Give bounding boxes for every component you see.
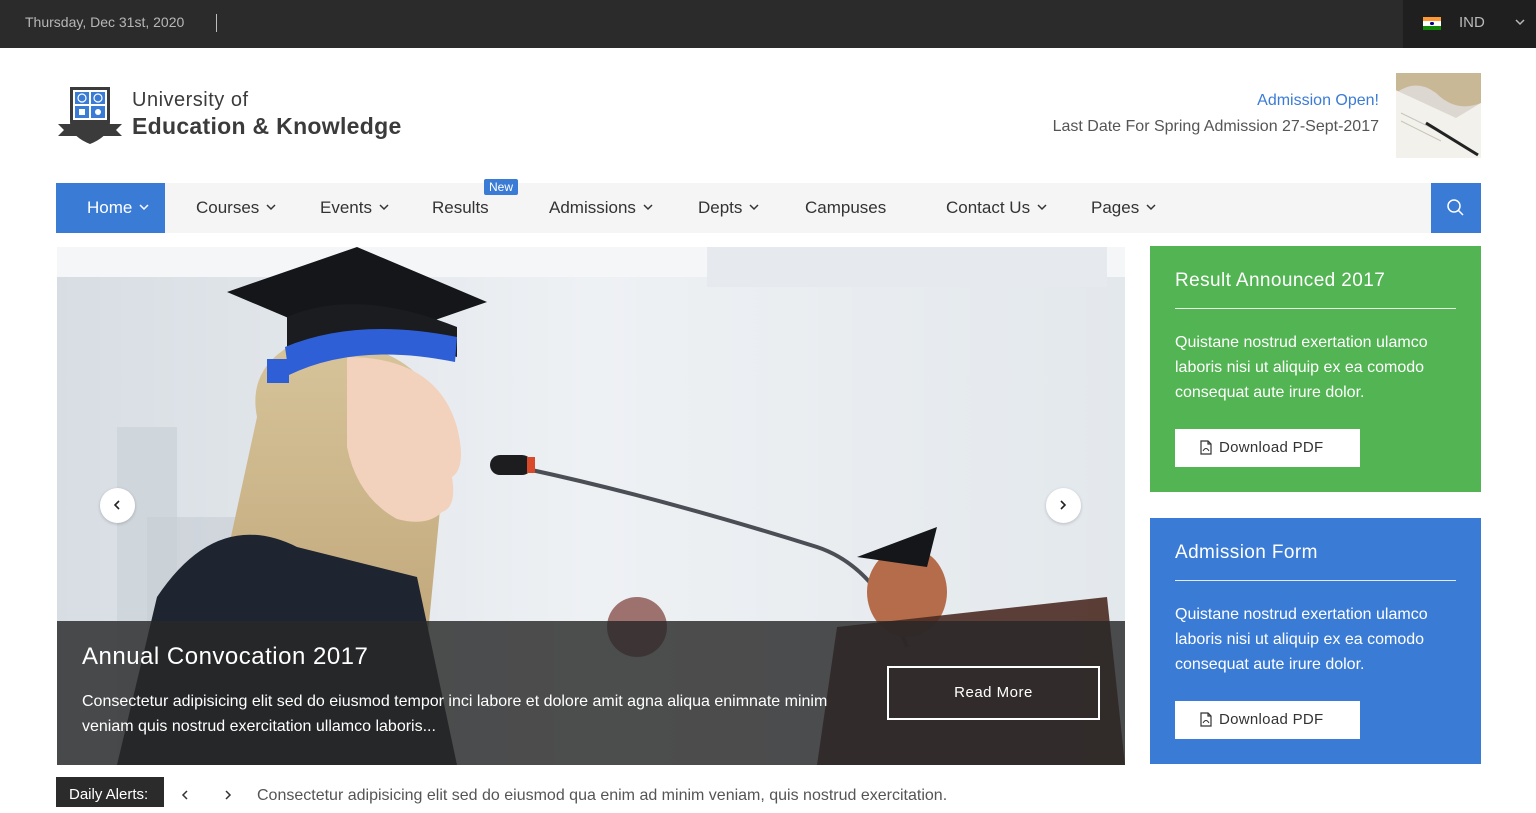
alerts-next-icon[interactable] <box>223 789 233 801</box>
chevron-down-icon <box>1037 203 1047 210</box>
logo-title-line2: Education & Knowledge <box>132 113 402 139</box>
chevron-down-icon <box>1515 19 1525 26</box>
nav-item-contact-us[interactable]: Contact Us <box>946 183 1047 233</box>
search-icon <box>1447 199 1464 216</box>
admission-date: Last Date For Spring Admission 27-Sept-2… <box>1052 118 1379 135</box>
main-navigation: Home Courses Events Results New Admissio… <box>56 179 1481 233</box>
top-bar: Thursday, Dec 31st, 2020 IND <box>0 0 1536 48</box>
nav-item-label: Home <box>87 198 133 217</box>
chevron-down-icon <box>749 203 759 210</box>
nav-item-label: Campuses <box>805 198 887 217</box>
download-pdf-button[interactable]: Download PDF <box>1175 701 1360 739</box>
nav-item-pages[interactable]: Pages <box>1091 183 1156 233</box>
slide-title: Annual Convocation 2017 <box>82 643 369 670</box>
card-description: Quistane nostrud exertation ulamco labor… <box>1175 334 1428 401</box>
india-flag-icon <box>1423 17 1441 30</box>
chevron-down-icon <box>643 203 653 210</box>
nav-item-depts[interactable]: Depts <box>698 183 759 233</box>
chevron-left-icon <box>113 500 120 510</box>
search-button[interactable] <box>1431 183 1481 233</box>
slide-description: Consectetur adipisicing elit sed do eius… <box>82 693 828 735</box>
admission-notice: Admission Open! Last Date For Spring Adm… <box>1053 92 1379 136</box>
card-description: Quistane nostrud exertation ulamco labor… <box>1175 606 1428 673</box>
nav-item-label: Admissions <box>549 198 636 217</box>
download-pdf-label: Download PDF <box>1219 439 1324 456</box>
chevron-down-icon <box>1146 203 1156 210</box>
chevron-down-icon <box>379 203 389 210</box>
nav-item-admissions[interactable]: Admissions <box>549 183 653 233</box>
card-title: Result Announced 2017 <box>1175 270 1386 291</box>
nav-item-label: Pages <box>1091 198 1140 217</box>
nav-item-label: Events <box>320 198 372 217</box>
alerts-prev-icon[interactable] <box>180 789 190 801</box>
language-selector[interactable]: IND <box>1403 0 1536 48</box>
chevron-right-icon <box>1060 500 1067 510</box>
slide-caption: Annual Convocation 2017 Consectetur adip… <box>57 621 1125 765</box>
slider-prev-button[interactable] <box>100 488 135 523</box>
new-badge: New <box>484 179 519 195</box>
language-code: IND <box>1459 14 1485 31</box>
daily-alerts-label: Daily Alerts: <box>56 777 164 807</box>
result-announcement-card: Result Announced 2017 Quistane nostrud e… <box>1150 246 1481 492</box>
pdf-icon <box>1200 440 1212 455</box>
divider <box>1175 308 1456 309</box>
logo-title-line1: University of <box>132 89 249 111</box>
slider-next-button[interactable] <box>1046 488 1081 523</box>
download-pdf-button[interactable]: Download PDF <box>1175 429 1360 467</box>
admission-form-card: Admission Form Quistane nostrud exertati… <box>1150 518 1481 764</box>
admission-title[interactable]: Admission Open! <box>1053 92 1379 110</box>
nav-item-results[interactable]: Results <box>432 183 489 233</box>
nav-item-events[interactable]: Events <box>320 183 389 233</box>
divider <box>1175 580 1456 581</box>
nav-item-label: Depts <box>698 198 743 217</box>
read-more-button[interactable]: Read More <box>887 666 1100 720</box>
nav-item-courses[interactable]: Courses <box>196 183 276 233</box>
hero-slider: Annual Convocation 2017 Consectetur adip… <box>57 247 1125 765</box>
nav-item-label: Courses <box>196 198 260 217</box>
chevron-down-icon <box>266 203 276 210</box>
book-thumbnail-image <box>1396 73 1481 158</box>
university-logo[interactable]: University of Education & Knowledge <box>56 82 436 146</box>
crest-logo-icon <box>58 87 122 144</box>
alert-text[interactable]: Consectetur adipisicing elit sed do eius… <box>257 787 947 805</box>
nav-item-label: Contact Us <box>946 198 1031 217</box>
download-pdf-label: Download PDF <box>1219 711 1324 728</box>
chevron-down-icon <box>139 203 149 210</box>
nav-item-home[interactable]: Home <box>56 183 165 233</box>
daily-alerts-bar: Daily Alerts: Consectetur adipisicing el… <box>56 777 1536 807</box>
nav-item-label: Results <box>432 198 489 217</box>
nav-item-campuses[interactable]: Campuses <box>805 183 886 233</box>
current-date: Thursday, Dec 31st, 2020 <box>25 14 185 30</box>
divider <box>216 14 217 32</box>
pdf-icon <box>1200 712 1212 727</box>
card-title: Admission Form <box>1175 542 1318 563</box>
